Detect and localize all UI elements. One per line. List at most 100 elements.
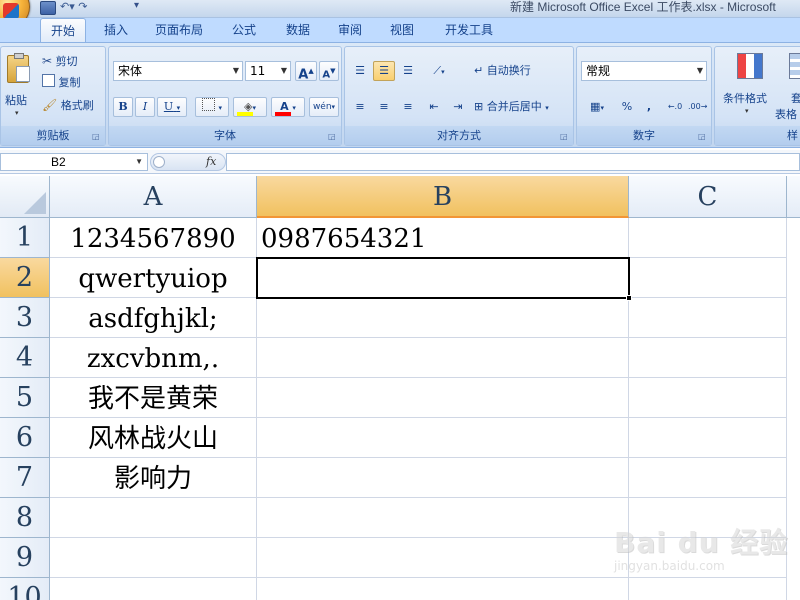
column-header-c[interactable]: C bbox=[629, 176, 787, 218]
row-header-9[interactable]: 9 bbox=[0, 538, 50, 578]
cell-b8[interactable] bbox=[257, 498, 629, 538]
decrease-indent-button[interactable]: ⇤ bbox=[423, 97, 445, 117]
cell-a6[interactable]: 风林战火山 bbox=[50, 418, 257, 458]
align-bottom-button[interactable]: ☰ bbox=[397, 61, 419, 81]
cell-b5[interactable] bbox=[257, 378, 629, 418]
font-color-button[interactable]: A ▾ bbox=[271, 97, 305, 117]
copy-button[interactable]: 复制 bbox=[41, 73, 101, 93]
clipboard-group: 粘贴 ▾ ✂ 剪切 复制 🖌 格式刷 剪贴板 ◲ bbox=[0, 46, 106, 146]
save-icon[interactable] bbox=[40, 1, 56, 15]
fill-color-swatch bbox=[237, 112, 253, 116]
insert-function-icon[interactable]: fx bbox=[206, 153, 224, 171]
merge-center-button[interactable]: ⊞ 合并后居中 ▾ bbox=[473, 97, 569, 117]
align-middle-button[interactable]: ☰ bbox=[373, 61, 395, 81]
paste-button[interactable]: 粘贴 ▾ bbox=[5, 53, 33, 117]
dialog-launcher-icon[interactable]: ◲ bbox=[560, 132, 570, 142]
cell-b3[interactable] bbox=[257, 298, 629, 338]
row-header-2[interactable]: 2 bbox=[0, 258, 50, 298]
customize-toolbar-icon[interactable]: ▾ bbox=[134, 0, 148, 11]
grow-font-button[interactable]: A▲ bbox=[295, 61, 317, 82]
cell-b6[interactable] bbox=[257, 418, 629, 458]
cell-a4[interactable]: zxcvbnm,. bbox=[50, 338, 257, 378]
cell-c5[interactable] bbox=[629, 378, 787, 418]
dialog-launcher-icon[interactable]: ◲ bbox=[92, 132, 102, 142]
cell-a8[interactable] bbox=[50, 498, 257, 538]
cell-a7[interactable]: 影响力 bbox=[50, 458, 257, 498]
font-size-combo[interactable]: 11 ▼ bbox=[245, 61, 291, 81]
decrease-decimal-button[interactable]: .00→ bbox=[687, 97, 707, 117]
format-as-table-button[interactable]: 套 表格 bbox=[775, 51, 800, 121]
shrink-font-button[interactable]: A▼ bbox=[319, 61, 339, 81]
font-name-combo[interactable]: 宋体 ▼ bbox=[113, 61, 243, 81]
number-format-combo[interactable]: 常规 ▼ bbox=[581, 61, 707, 81]
fill-handle[interactable] bbox=[626, 295, 632, 301]
cell-a1[interactable]: 1234567890 bbox=[50, 218, 257, 258]
cell-a5[interactable]: 我不是黄荣 bbox=[50, 378, 257, 418]
cell-b1[interactable]: 0987654321 bbox=[257, 218, 629, 258]
cell-b4[interactable] bbox=[257, 338, 629, 378]
align-right-button[interactable]: ≡ bbox=[397, 97, 419, 117]
brush-icon: 🖌 bbox=[42, 98, 58, 112]
italic-button[interactable]: I bbox=[135, 97, 155, 117]
format-painter-button[interactable]: 🖌 格式刷 bbox=[41, 95, 105, 115]
cell-c6[interactable] bbox=[629, 418, 787, 458]
tab-page-layout[interactable]: 页面布局 bbox=[146, 18, 212, 42]
tab-insert[interactable]: 插入 bbox=[94, 18, 138, 42]
phonetic-button[interactable]: wén▾ bbox=[309, 97, 339, 117]
cell-a10[interactable] bbox=[50, 578, 257, 600]
underline-button[interactable]: U ▾ bbox=[157, 97, 187, 117]
undo-icon[interactable]: ↶▾ ↷ bbox=[60, 0, 90, 14]
cut-button[interactable]: ✂ 剪切 bbox=[41, 51, 101, 71]
cell-c1[interactable] bbox=[629, 218, 787, 258]
percent-button[interactable]: % bbox=[617, 97, 637, 117]
align-top-button[interactable]: ☰ bbox=[349, 61, 371, 81]
column-header-d[interactable] bbox=[787, 176, 800, 218]
increase-indent-button[interactable]: ⇥ bbox=[447, 97, 469, 117]
title-bar: ↶▾ ↷ ▾ 新建 Microsoft Office Excel 工作表.xls… bbox=[0, 0, 800, 28]
cell-c2[interactable] bbox=[629, 258, 787, 298]
cell-c7[interactable] bbox=[629, 458, 787, 498]
tab-view[interactable]: 视图 bbox=[380, 18, 424, 42]
comma-button[interactable]: , bbox=[639, 97, 659, 117]
borders-button[interactable]: ▾ bbox=[195, 97, 229, 117]
row-header-10[interactable]: 10 bbox=[0, 578, 50, 600]
increase-decimal-button[interactable]: ←.0 bbox=[665, 97, 685, 117]
bold-button[interactable]: B bbox=[113, 97, 133, 117]
row-header-7[interactable]: 7 bbox=[0, 458, 50, 498]
dialog-launcher-icon[interactable]: ◲ bbox=[698, 132, 708, 142]
conditional-format-button[interactable]: 条件格式 ▾ bbox=[721, 51, 779, 121]
name-box[interactable]: B2 ▼ bbox=[0, 153, 148, 171]
align-center-button[interactable]: ≡ bbox=[373, 97, 395, 117]
formula-input[interactable] bbox=[226, 153, 800, 171]
align-left-button[interactable]: ≡ bbox=[349, 97, 371, 117]
dialog-launcher-icon[interactable]: ◲ bbox=[328, 132, 338, 142]
row-header-3[interactable]: 3 bbox=[0, 298, 50, 338]
cell-a2[interactable]: qwertyuiop bbox=[50, 258, 257, 298]
row-header-1[interactable]: 1 bbox=[0, 218, 50, 258]
cell-b10[interactable] bbox=[257, 578, 629, 600]
cell-c4[interactable] bbox=[629, 338, 787, 378]
row-header-4[interactable]: 4 bbox=[0, 338, 50, 378]
tab-data[interactable]: 数据 bbox=[276, 18, 320, 42]
cell-a3[interactable]: asdfghjkl; bbox=[50, 298, 257, 338]
cell-b9[interactable] bbox=[257, 538, 629, 578]
row-header-8[interactable]: 8 bbox=[0, 498, 50, 538]
tab-developer[interactable]: 开发工具 bbox=[434, 18, 504, 42]
accounting-format-button[interactable]: ▦▾ bbox=[581, 97, 613, 117]
wrap-text-button[interactable]: ↵ 自动换行 bbox=[473, 61, 549, 81]
tab-home[interactable]: 开始 bbox=[40, 18, 86, 42]
cell-c3[interactable] bbox=[629, 298, 787, 338]
column-header-a[interactable]: A bbox=[50, 176, 257, 218]
font-name-value: 宋体 bbox=[118, 64, 143, 78]
chevron-down-icon: ▾ bbox=[218, 104, 222, 112]
tab-review[interactable]: 审阅 bbox=[328, 18, 372, 42]
row-header-5[interactable]: 5 bbox=[0, 378, 50, 418]
orientation-button[interactable]: ⟋▾ bbox=[423, 61, 455, 81]
cell-a9[interactable] bbox=[50, 538, 257, 578]
select-all-button[interactable] bbox=[0, 176, 50, 218]
row-header-6[interactable]: 6 bbox=[0, 418, 50, 458]
column-header-b[interactable]: B bbox=[257, 176, 629, 218]
tab-formulas[interactable]: 公式 bbox=[222, 18, 266, 42]
fill-color-button[interactable]: ◈▾ bbox=[233, 97, 267, 117]
cell-b7[interactable] bbox=[257, 458, 629, 498]
